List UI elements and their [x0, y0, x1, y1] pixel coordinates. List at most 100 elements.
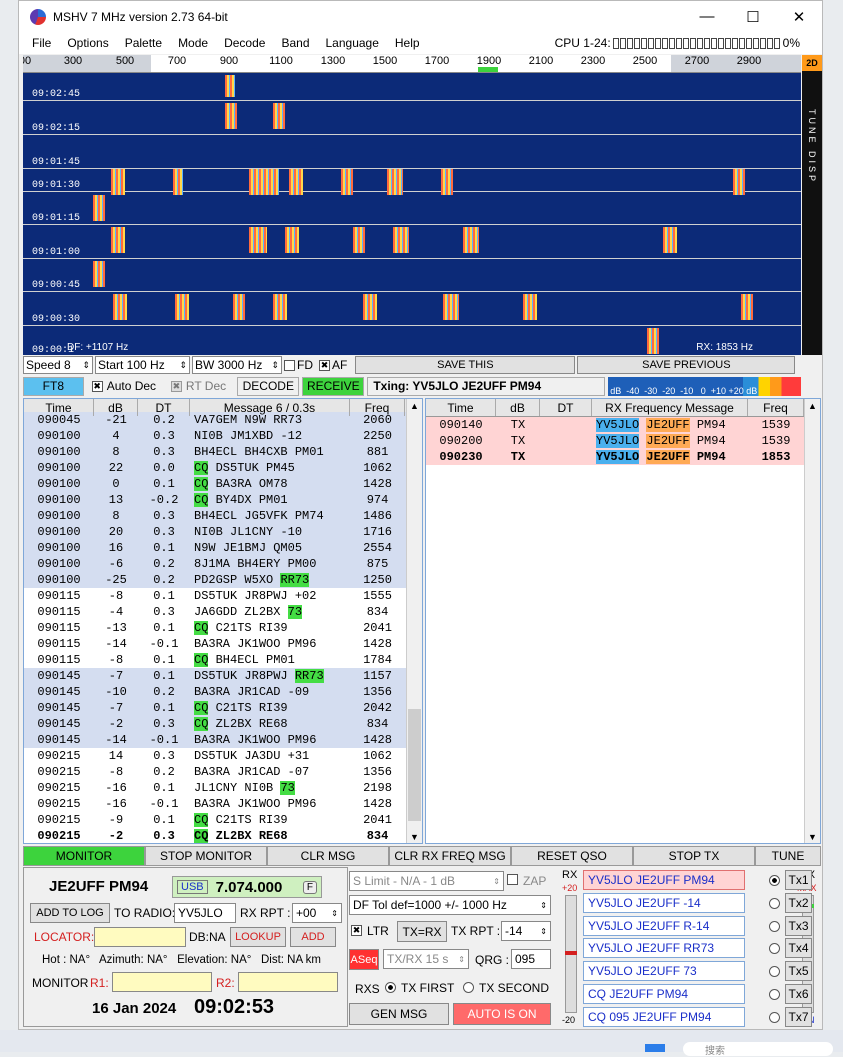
maximize-icon[interactable]: ☐ [730, 1, 776, 32]
col-freq[interactable]: Freq [748, 399, 804, 416]
r2-input[interactable] [238, 972, 338, 992]
ltr-checkbox[interactable]: ✖ [351, 925, 362, 936]
tx3-radio[interactable] [769, 921, 780, 932]
tx-first-radio[interactable] [385, 982, 396, 993]
decode-row[interactable]: 090100 0 0.1 CQ BA3RA OM78 1428 [24, 476, 422, 492]
decode-row[interactable]: 090215 -16 -0.1 BA3RA JK1WOO PM96 1428 [24, 796, 422, 812]
frequency-scale[interactable]: 00 300 500 700 900 1100 1300 1500 1700 1… [23, 55, 801, 73]
tx5-message[interactable]: YV5JLO JE2UFF 73 [583, 961, 745, 981]
r1-input[interactable] [112, 972, 212, 992]
rx-gain-thumb[interactable] [565, 951, 577, 955]
menu-options[interactable]: Options [54, 36, 116, 50]
start-hz-spinner[interactable]: Start 100 Hz ⇕ [95, 356, 190, 374]
save-previous-button[interactable]: SAVE PREVIOUS [577, 356, 796, 374]
menu-mode[interactable]: Mode [165, 36, 216, 50]
save-this-button[interactable]: SAVE THIS [355, 356, 576, 374]
tx1-button[interactable]: Tx1 [785, 870, 812, 890]
locator-input[interactable] [94, 927, 186, 947]
scroll-up-icon[interactable]: ▲ [407, 399, 422, 414]
tx2-message[interactable]: YV5JLO JE2UFF -14 [583, 893, 745, 913]
scroll-down-icon[interactable]: ▼ [407, 830, 422, 843]
decode-row[interactable]: 090115 -8 0.1 DS5TUK JR8PWJ +02 1555 [24, 588, 422, 604]
stop-monitor-button[interactable]: STOP MONITOR [145, 846, 267, 866]
df-tol-spinner[interactable]: DF Tol def=1000 +/- 1000 Hz ⇕ [349, 895, 551, 915]
tx2-button[interactable]: Tx2 [785, 893, 812, 913]
col-message[interactable]: RX Frequency Message [592, 399, 748, 416]
menu-language[interactable]: Language [313, 36, 387, 50]
tx5-radio[interactable] [769, 966, 780, 977]
decode-row[interactable]: 090215 14 0.3 DS5TUK JA3DU +31 1062 [24, 748, 422, 764]
decode-row[interactable]: 090100 4 0.3 NI0B JM1XBD -12 2250 [24, 428, 422, 444]
col-dt[interactable]: DT [540, 399, 592, 416]
rt-dec-toggle[interactable]: ✖ RT Dec [166, 377, 234, 396]
menu-band[interactable]: Band [268, 36, 317, 50]
tx6-radio[interactable] [769, 989, 780, 1000]
frequency-display[interactable]: USB 7.074.000 F [172, 876, 322, 898]
rx-row[interactable]: 090230 TX YV5JLO JE2UFF PM94 1853 [426, 449, 806, 465]
decode-row[interactable]: 090215 -2 0.3 CQ ZL2BX RE68 834 [24, 828, 422, 843]
col-time[interactable]: Time [426, 399, 496, 416]
minimize-icon[interactable]: — [684, 1, 730, 32]
add-button[interactable]: ADD [290, 927, 336, 947]
decode-row[interactable]: 090215 -8 0.2 BA3RA JR1CAD -07 1356 [24, 764, 422, 780]
decode-row[interactable]: 090145 -7 0.1 DS5TUK JR8PWJ RR73 1157 [24, 668, 422, 684]
scroll-thumb[interactable] [408, 709, 421, 821]
scroll-up-icon[interactable]: ▲ [805, 399, 820, 414]
tune-disp-strip[interactable]: 2D TUNE DISP [802, 55, 822, 355]
lookup-button[interactable]: LOOKUP [230, 927, 286, 947]
bandwidth-spinner[interactable]: BW 3000 Hz ⇕ [192, 356, 282, 374]
mode-2d-button[interactable]: 2D [802, 55, 822, 71]
mode-indicator[interactable]: FT8 [23, 376, 84, 396]
tx3-button[interactable]: Tx3 [785, 916, 812, 936]
decode-row[interactable]: 090045 -21 0.2 VA7GEM N9W RR73 2060 [24, 412, 422, 428]
decode-row[interactable]: 090100 8 0.3 BH4ECL JG5VFK PM74 1486 [24, 508, 422, 524]
right-scrollbar[interactable]: ▲ ▼ [804, 399, 820, 843]
menu-help[interactable]: Help [382, 36, 428, 50]
clear-rx-freq-button[interactable]: CLR RX FREQ MSG [389, 846, 511, 866]
taskbar-search[interactable]: 搜索 [683, 1042, 833, 1057]
af-checkbox[interactable]: ✖ [319, 359, 330, 371]
gen-msg-button[interactable]: GEN MSG [349, 1003, 449, 1025]
left-scrollbar[interactable]: ▲ ▼ [406, 399, 422, 843]
menu-file[interactable]: File [19, 36, 59, 50]
f-button[interactable]: F [302, 880, 317, 894]
decode-row[interactable]: 090100 -25 0.2 PD2GSP W5XO RR73 1250 [24, 572, 422, 588]
reset-qso-button[interactable]: RESET QSO [511, 846, 633, 866]
usb-mode-badge[interactable]: USB [177, 880, 208, 894]
s-limit-spinner[interactable]: S Limit - N/A - 1 dB ⇕ [349, 871, 504, 891]
speed-spinner[interactable]: Speed 8 ⇕ [23, 356, 93, 374]
decode-row[interactable]: 090100 13 -0.2 CQ BY4DX PM01 974 [24, 492, 422, 508]
band-activity-table[interactable]: Time dB DT Message 6 / 0.3s Freq 090045-… [23, 398, 423, 844]
tx3-message[interactable]: YV5JLO JE2UFF R-14 [583, 916, 745, 936]
tx7-radio[interactable] [769, 1012, 780, 1023]
aseq-button[interactable]: ASeq [349, 949, 379, 970]
tx-second-radio[interactable] [463, 982, 474, 993]
tx6-message[interactable]: CQ JE2UFF PM94 [583, 984, 745, 1004]
monitor-button[interactable]: MONITOR [23, 846, 145, 866]
tx2-radio[interactable] [769, 898, 780, 909]
add-to-log-button[interactable]: ADD TO LOG [30, 903, 110, 923]
tx-rpt-spinner[interactable]: -14 ⇕ [501, 921, 551, 941]
tx7-button[interactable]: Tx7 [785, 1007, 812, 1027]
stop-tx-button[interactable]: STOP TX [633, 846, 755, 866]
scroll-down-icon[interactable]: ▼ [805, 830, 820, 843]
decode-row[interactable]: 090100 8 0.3 BH4ECL BH4CXB PM01 881 [24, 444, 422, 460]
decode-row[interactable]: 090100 20 0.3 NI0B JL1CNY -10 1716 [24, 524, 422, 540]
decode-row[interactable]: 090115 -14 -0.1 BA3RA JK1WOO PM96 1428 [24, 636, 422, 652]
decode-row[interactable]: 090145 -7 0.1 CQ C21TS RI39 2042 [24, 700, 422, 716]
auto-dec-toggle[interactable]: ✖ Auto Dec [87, 377, 163, 396]
tx6-button[interactable]: Tx6 [785, 984, 812, 1004]
rx-rpt-input[interactable]: +00 ⇕ [292, 903, 342, 923]
tx4-radio[interactable] [769, 943, 780, 954]
decode-row[interactable]: 090145 -14 -0.1 BA3RA JK1WOO PM96 1428 [24, 732, 422, 748]
txrx-period-spinner[interactable]: TX/RX 15 s ⇕ [383, 949, 469, 969]
rx-row[interactable]: 090140 TX YV5JLO JE2UFF PM94 1539 [426, 417, 806, 433]
decode-row[interactable]: 090100 22 0.0 CQ DS5TUK PM45 1062 [24, 460, 422, 476]
tx1-message[interactable]: YV5JLO JE2UFF PM94 [583, 870, 745, 890]
decode-row[interactable]: 090100 16 0.1 N9W JE1BMJ QM05 2554 [24, 540, 422, 556]
tx7-message[interactable]: CQ 095 JE2UFF PM94 [583, 1007, 745, 1027]
rx-frequency-table[interactable]: Time dB DT RX Frequency Message Freq 090… [425, 398, 821, 844]
zap-checkbox[interactable] [507, 874, 518, 885]
decode-row[interactable]: 090145 -2 0.3 CQ ZL2BX RE68 834 [24, 716, 422, 732]
tx-eq-rx-button[interactable]: TX=RX [397, 921, 447, 942]
